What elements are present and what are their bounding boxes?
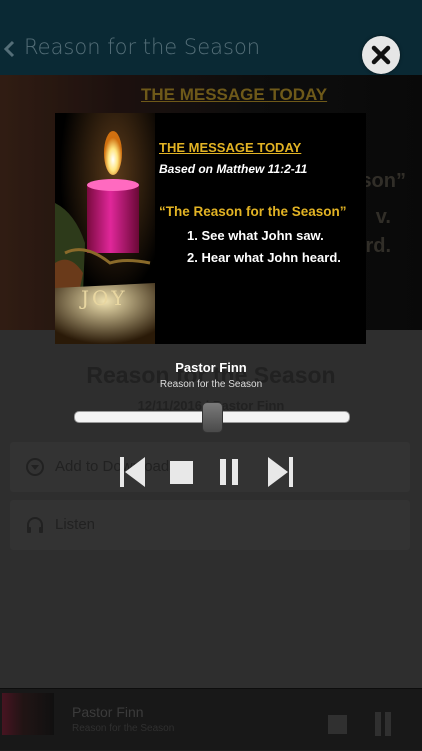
advent-candle-image: JOY bbox=[55, 113, 155, 344]
pause-icon[interactable] bbox=[220, 457, 240, 487]
player-artwork: JOY THE MESSAGE TODAY Based on Matthew 1… bbox=[55, 113, 366, 344]
artwork-subheading: Based on Matthew 11:2-11 bbox=[159, 162, 308, 176]
player-track-subtitle: Reason for the Season bbox=[159, 379, 263, 390]
next-track-icon[interactable] bbox=[268, 457, 293, 487]
candle-label: JOY bbox=[79, 286, 128, 310]
artwork-quote: “The Reason for the Season” bbox=[159, 204, 347, 219]
artwork-heading: THE MESSAGE TODAY bbox=[159, 140, 302, 155]
seek-thumb[interactable] bbox=[201, 402, 223, 433]
previous-track-icon[interactable] bbox=[120, 457, 145, 487]
artwork-point: 2. Hear what John heard. bbox=[187, 250, 341, 265]
player-track-title: Pastor Finn bbox=[175, 360, 247, 375]
stop-icon[interactable] bbox=[170, 461, 193, 484]
close-button[interactable] bbox=[362, 36, 400, 74]
artwork-point: 1. See what John saw. bbox=[187, 228, 324, 243]
close-icon bbox=[371, 45, 391, 65]
